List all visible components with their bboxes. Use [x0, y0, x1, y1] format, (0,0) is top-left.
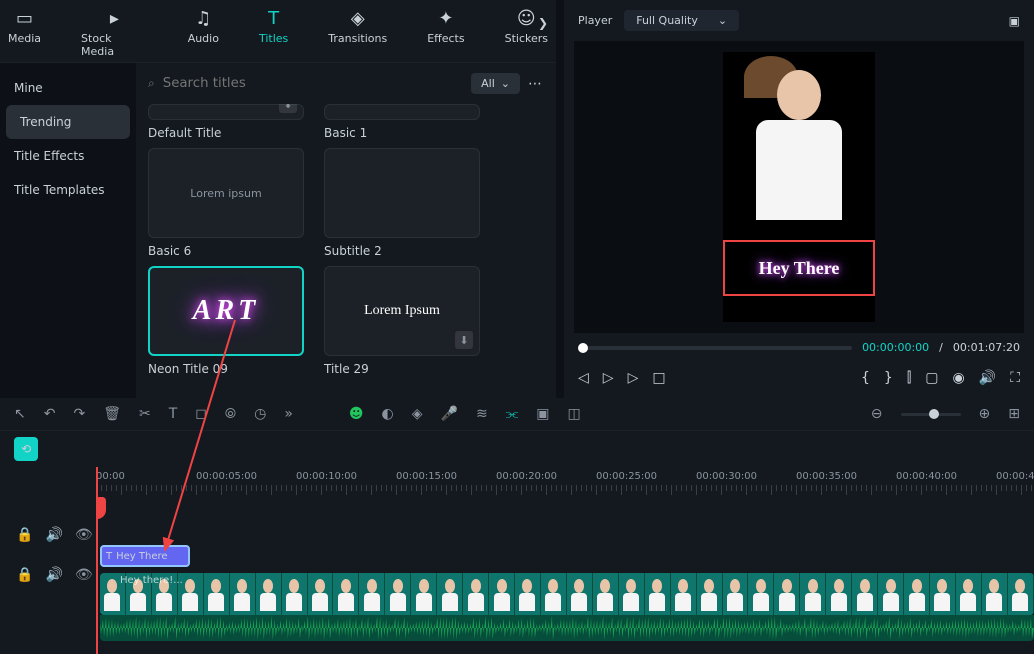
scrub-bar[interactable]: [578, 346, 852, 350]
thumb-default-title[interactable]: ⬇: [148, 104, 304, 120]
redo-button[interactable]: ↷: [73, 406, 85, 422]
undo-button[interactable]: ↶: [44, 406, 56, 422]
chevron-down-icon: ⌄: [501, 77, 510, 90]
marker-tool[interactable]: ▣: [536, 406, 549, 422]
ai-tool[interactable]: ☻: [349, 406, 364, 422]
color-tool[interactable]: ◐: [382, 406, 394, 422]
preview-area[interactable]: Hey There: [574, 41, 1024, 333]
download-icon[interactable]: ⬇: [455, 331, 473, 349]
nav-effects[interactable]: ✦Effects: [419, 8, 472, 58]
track-lock-icon[interactable]: 🔒: [16, 527, 33, 543]
zoom-slider[interactable]: [901, 413, 961, 416]
track-visible-icon[interactable]: 👁: [75, 527, 93, 543]
sidebar-title-templates[interactable]: Title Templates: [0, 173, 136, 207]
mic-tool[interactable]: 🎤: [441, 406, 458, 422]
audio-tool[interactable]: ≋: [476, 406, 488, 422]
more-menu[interactable]: ⋯: [528, 76, 544, 92]
track-visible-icon[interactable]: 👁: [75, 567, 93, 583]
track-mute-icon[interactable]: 🔊: [45, 527, 62, 543]
thumb-subtitle2[interactable]: [324, 148, 480, 238]
marker-in-icon[interactable]: {: [861, 370, 870, 386]
search-input[interactable]: [163, 76, 463, 91]
stickers-icon: ☺: [516, 8, 536, 28]
pointer-tool[interactable]: ↖: [14, 406, 26, 422]
thumb-title29[interactable]: Lorem Ipsum⬇: [324, 266, 480, 356]
playhead-grip[interactable]: [96, 497, 106, 519]
video-clip-label: Hey there!...: [120, 575, 183, 586]
video-clip[interactable]: [100, 573, 1034, 615]
nav-media[interactable]: ▭Media: [0, 8, 49, 58]
sidebar-mine[interactable]: Mine: [0, 71, 136, 105]
keyframe-tool[interactable]: ◈: [412, 406, 423, 422]
filter-dropdown[interactable]: All⌄: [471, 73, 520, 94]
next-frame-button[interactable]: ▷: [628, 370, 639, 386]
playhead[interactable]: [96, 467, 98, 654]
zoom-handle[interactable]: [929, 409, 939, 419]
stock-icon: ▸: [104, 8, 124, 28]
snapshot-icon[interactable]: ▣: [1009, 14, 1020, 28]
nav-transitions[interactable]: ◈Transitions: [320, 8, 395, 58]
more-tools[interactable]: »: [284, 406, 293, 422]
thumb-basic1[interactable]: [324, 104, 480, 120]
track-mute-icon[interactable]: 🔊: [45, 567, 62, 583]
nav-stock[interactable]: ▸Stock Media: [73, 8, 156, 58]
sidebar-title-effects[interactable]: Title Effects: [0, 139, 136, 173]
transitions-icon: ◈: [348, 8, 368, 28]
grid-view[interactable]: ⊞: [1008, 406, 1020, 422]
thumb-neon-title[interactable]: ART: [148, 266, 304, 356]
zoom-out[interactable]: ⊖: [871, 406, 883, 422]
titles-icon: T: [264, 8, 284, 28]
effects-icon: ✦: [436, 8, 456, 28]
total-time: 00:01:07:20: [953, 341, 1020, 354]
volume-icon[interactable]: 🔊: [979, 370, 996, 386]
scrub-handle[interactable]: [578, 343, 588, 353]
play-button[interactable]: ▷: [603, 370, 614, 386]
download-icon[interactable]: ⬇: [279, 104, 297, 113]
split-button[interactable]: ✂: [139, 406, 151, 422]
preview-title-overlay[interactable]: Hey There: [723, 240, 875, 296]
chevron-down-icon: ⌄: [718, 14, 727, 27]
timer-tool[interactable]: ◷: [254, 406, 266, 422]
timeline-area[interactable]: 00:0000:00:05:0000:00:10:0000:00:15:0000…: [96, 467, 1034, 654]
nav-scroll-right[interactable]: ❯: [538, 16, 548, 30]
thumb-basic6[interactable]: Lorem ipsum: [148, 148, 304, 238]
link-tracks-button[interactable]: ⟲: [14, 437, 38, 461]
audio-icon: ♫: [193, 8, 213, 28]
crop-tool[interactable]: ◻: [195, 406, 207, 422]
magnet-tool[interactable]: ⫘: [506, 406, 519, 422]
audio-waveform[interactable]: [100, 615, 1034, 641]
tag-tool[interactable]: ◫: [568, 406, 581, 422]
preview-person: [749, 62, 849, 232]
title-clip-icon: T: [106, 551, 112, 562]
player-label: Player: [578, 14, 612, 27]
text-tool[interactable]: T: [169, 406, 178, 422]
speed-tool[interactable]: ⦾: [225, 406, 236, 422]
sidebar-trending[interactable]: Trending: [6, 105, 130, 139]
stop-button[interactable]: □: [652, 370, 665, 386]
fullscreen-icon[interactable]: ⛶: [1010, 370, 1020, 386]
track-lock-icon[interactable]: 🔒: [16, 567, 33, 583]
delete-button[interactable]: 🗑: [103, 406, 121, 422]
nav-titles[interactable]: TTitles: [251, 8, 296, 58]
nav-audio[interactable]: ♫Audio: [180, 8, 227, 58]
ratio-icon[interactable]: ⫿: [907, 370, 911, 386]
zoom-in[interactable]: ⊕: [979, 406, 991, 422]
title-clip[interactable]: THey There: [100, 545, 190, 567]
quality-dropdown[interactable]: Full Quality⌄: [624, 10, 739, 31]
camera-icon[interactable]: ◉: [953, 370, 965, 386]
search-icon: ⌕: [148, 76, 155, 91]
display-icon[interactable]: ▢: [925, 370, 938, 386]
current-time: 00:00:00:00: [862, 341, 929, 354]
marker-out-icon[interactable]: }: [884, 370, 893, 386]
prev-frame-button[interactable]: ◁: [578, 370, 589, 386]
media-icon: ▭: [15, 8, 35, 28]
